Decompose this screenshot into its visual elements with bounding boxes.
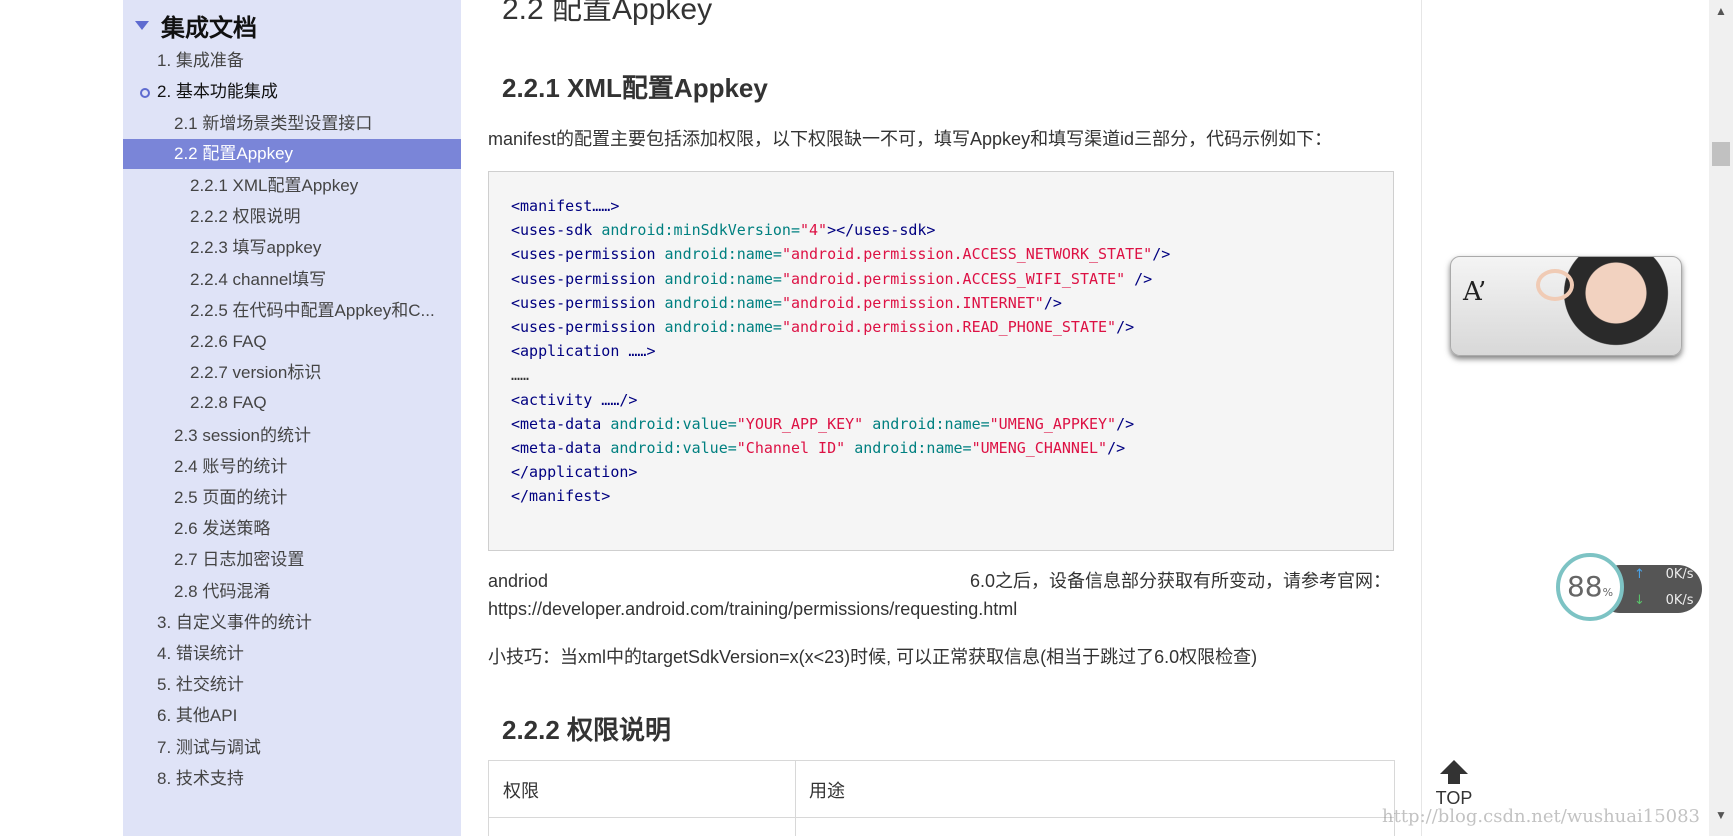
sidebar-item-2-2-6[interactable]: 2.2.6 FAQ [123,327,461,357]
table-divider [795,817,796,836]
sidebar-nav: 集成文档 1. 集成准备 2. 基本功能集成 2.1 新增场景类型设置接口 2.… [123,0,461,836]
sidebar-item-2-2-8[interactable]: 2.2.8 FAQ [123,388,461,418]
sidebar-item-2[interactable]: 2. 基本功能集成 [123,77,461,107]
content-divider [1421,0,1422,836]
note-android-text: 6.0之后，设备信息部分获取有所变动，请参考官网： [970,571,1392,591]
sidebar-item-1[interactable]: 1. 集成准备 [123,46,461,76]
sidebar-item-2-2-2[interactable]: 2.2.2 权限说明 [123,202,461,232]
sidebar-item-2-4[interactable]: 2.4 账号的统计 [123,452,461,482]
ad-model-image [1561,257,1671,355]
scroll-up-arrow-icon[interactable]: ▲ [1715,4,1727,18]
sidebar-item-2-7[interactable]: 2.7 日志加密设置 [123,545,461,575]
sidebar-item-2-2-7[interactable]: 2.2.7 version标识 [123,358,461,388]
sidebar-item-2-1[interactable]: 2.1 新增场景类型设置接口 [123,109,461,139]
sidebar-item-4[interactable]: 4. 错误统计 [123,639,461,669]
upload-arrow-icon: ↑ [1634,567,1645,582]
table-header-cell-permission: 权限 [489,761,796,818]
sidebar-item-2-2-1[interactable]: 2.2.1 XML配置Appkey [123,171,461,201]
scroll-thumb[interactable] [1712,142,1730,166]
note-android-label: andriod [488,571,549,591]
download-speed: ↓ 0K/s [1634,593,1694,608]
sidebar-item-2-3[interactable]: 2.3 session的统计 [123,421,461,451]
sidebar-item-2-2-4[interactable]: 2.2.4 channel填写 [123,265,461,295]
memory-usage-ring: 88% [1556,553,1624,621]
sidebar-item-3[interactable]: 3. 自定义事件的统计 [123,608,461,638]
page-scrollbar[interactable]: ▲ ▼ [1709,0,1733,836]
doc-content: 2.2 配置Appkey 2.2.1 XML配置Appkey manifest的… [462,0,1421,836]
sidebar-item-7[interactable]: 7. 测试与调试 [123,733,461,763]
code-block[interactable]: <manifest……> <uses-sdk android:minSdkVer… [488,171,1394,551]
upload-speed: ↑ 0K/s [1634,567,1694,582]
floating-ad[interactable]: A’ [1450,256,1682,356]
sidebar-item-2-8[interactable]: 2.8 代码混淆 [123,577,461,607]
sidebar-item-2-6[interactable]: 2.6 发送策略 [123,514,461,544]
sidebar-item-8[interactable]: 8. 技术支持 [123,764,461,794]
subsection-heading-permissions: 2.2.2 权限说明 [502,715,672,745]
tip-paragraph: 小技巧：当xml中的targetSdkVersion=x(x<23)时候, 可以… [488,647,1258,667]
ad-logo-icon: A’ [1463,277,1487,307]
back-to-top-button[interactable]: TOP [1432,760,1476,812]
up-arrow-icon [1440,760,1468,774]
sidebar-item-5[interactable]: 5. 社交统计 [123,670,461,700]
current-section-dot-icon [140,88,150,98]
code-text: <manifest……> <uses-sdk android:minSdkVer… [511,197,1171,506]
scroll-down-arrow-icon[interactable]: ▼ [1715,808,1727,822]
permissions-table: 权限 用途 [488,760,1395,836]
collapse-triangle-icon[interactable] [135,21,149,30]
sidebar-item-2-2-5[interactable]: 2.2.5 在代码中配置Appkey和C... [123,296,461,326]
sidebar-title: 集成文档 [161,15,257,42]
intro-paragraph: manifest的配置主要包括添加权限，以下权限缺一不可，填写Appkey和填写… [488,129,1333,149]
sidebar-header[interactable]: 集成文档 [135,8,257,43]
subsection-heading-xml: 2.2.1 XML配置Appkey [502,73,768,103]
table-header-cell-purpose: 用途 [795,761,1395,818]
ad-hand-gesture-image [1536,269,1574,301]
memory-percent: 88 [1566,570,1603,603]
sidebar-item-2-5[interactable]: 2.5 页面的统计 [123,483,461,513]
sidebar-item-6[interactable]: 6. 其他API [123,701,461,731]
section-heading: 2.2 配置Appkey [502,0,713,26]
sidebar-item-2-2-3[interactable]: 2.2.3 填写appkey [123,233,461,263]
sidebar-item-2-2[interactable]: 2.2 配置Appkey [123,139,461,169]
network-monitor-widget[interactable]: 88% ↑ 0K/s ↓ 0K/s [1556,553,1704,623]
download-arrow-icon: ↓ [1634,593,1645,608]
watermark: http://blog.csdn.net/wushuai15083 [1382,806,1701,827]
note-url-link[interactable]: https://developer.android.com/training/p… [488,595,1017,623]
